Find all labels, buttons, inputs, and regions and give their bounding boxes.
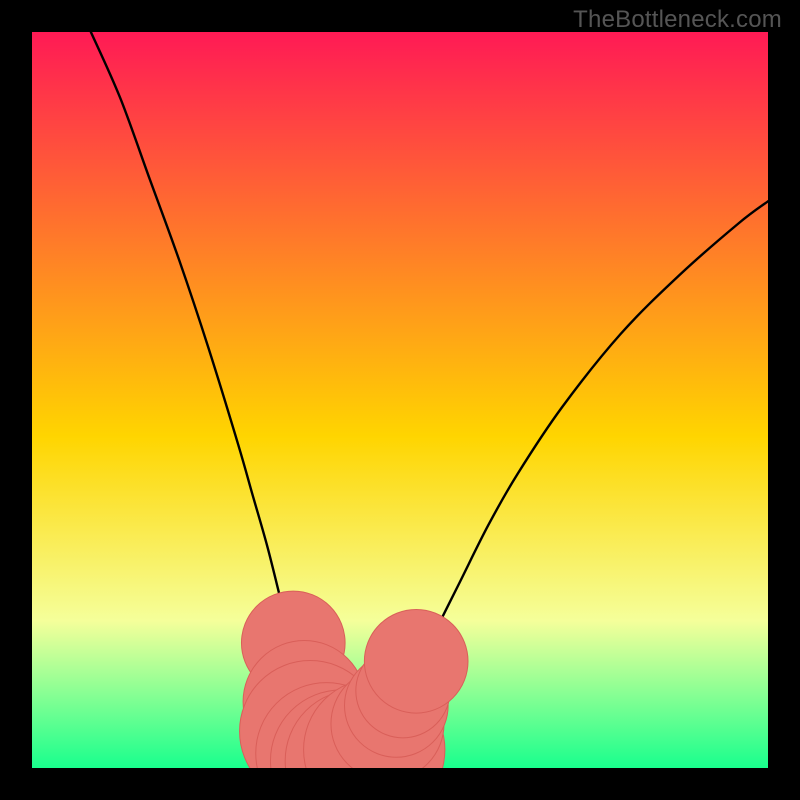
chart-svg — [32, 32, 768, 768]
chart-frame: TheBottleneck.com — [0, 0, 800, 800]
curve-marker — [364, 609, 468, 713]
watermark-text: TheBottleneck.com — [573, 6, 782, 34]
plot-area — [32, 32, 768, 768]
